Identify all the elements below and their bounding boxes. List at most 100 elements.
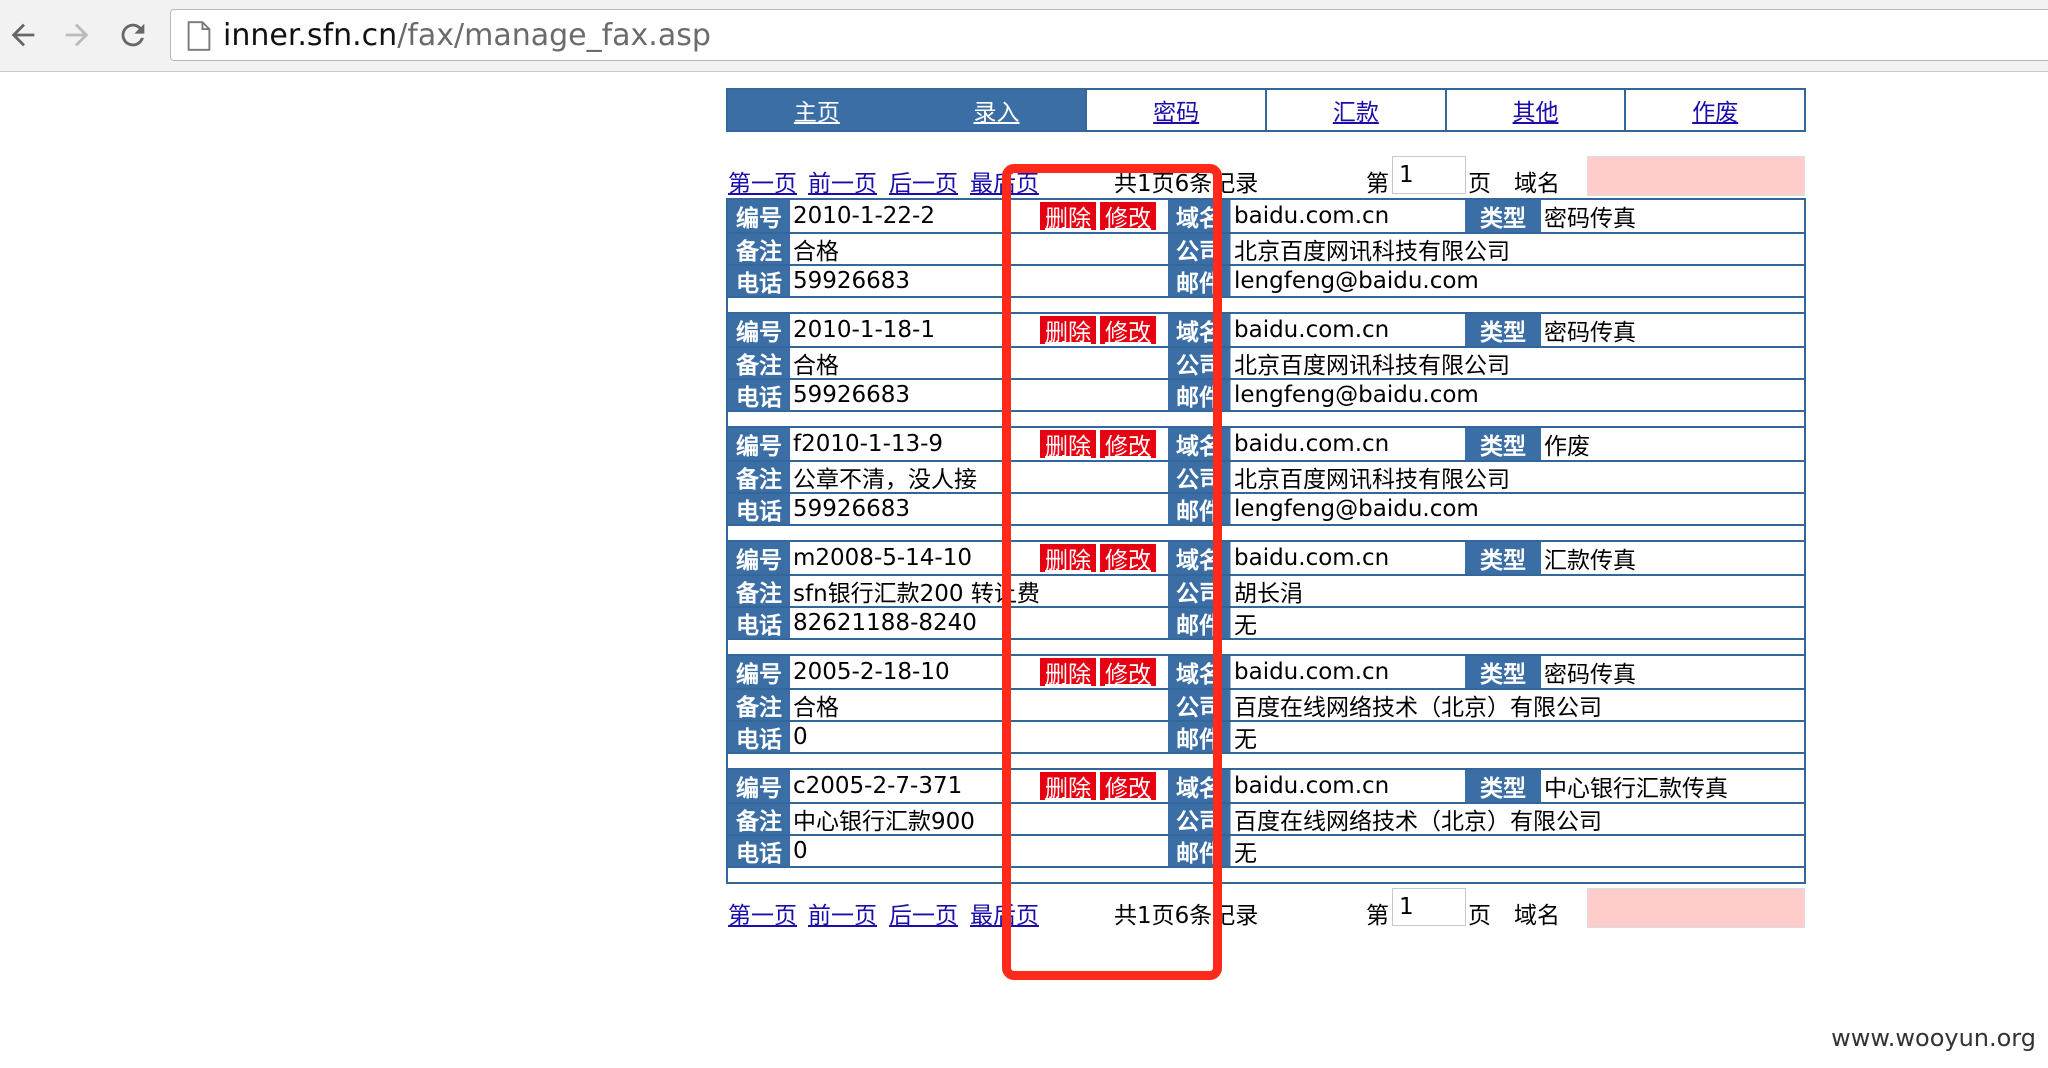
record-actions-empty	[1026, 722, 1168, 752]
nav-other[interactable]: 其他	[1444, 90, 1625, 130]
nav-input[interactable]: 录入	[905, 90, 1086, 130]
delete-button[interactable]: 删除	[1040, 430, 1096, 460]
last-page-link[interactable]: 最后页	[970, 164, 1039, 198]
id-value: 2010-1-18-1	[793, 317, 935, 343]
id-label: 编号	[728, 542, 790, 574]
record-actions-empty	[1026, 836, 1168, 866]
domain-label: 域名	[1168, 542, 1230, 574]
record-actions-empty	[1026, 804, 1168, 834]
watermark-text: www.wooyun.org	[1831, 1024, 2036, 1052]
phone-label: 电话	[728, 494, 790, 525]
url-host: inner.sfn.cn	[223, 18, 398, 53]
record-row-note: 备注 中心银行汇款900 公司 百度在线网络技术（北京）有限公司	[728, 802, 1804, 835]
edit-button[interactable]: 修改	[1100, 316, 1156, 346]
record-row-phone: 电话 0 邮件无	[728, 720, 1804, 753]
page-icon	[187, 21, 211, 51]
edit-button[interactable]: 修改	[1100, 544, 1156, 574]
edit-button[interactable]: 修改	[1100, 658, 1156, 688]
email-label: 邮件	[1168, 608, 1230, 639]
record-actions: 删除 修改	[1026, 200, 1168, 232]
company-label: 公司	[1168, 576, 1230, 607]
note-value: 合格	[793, 695, 839, 721]
email-value: 无	[1230, 722, 1804, 753]
domain-search-input[interactable]	[1587, 888, 1805, 928]
nav-remittance[interactable]: 汇款	[1265, 90, 1445, 130]
record-row-id: 编号 2010-1-22-2 删除 修改 域名 baidu.com.cn 类型 密码传真	[728, 200, 1804, 232]
record-separator	[728, 296, 1804, 312]
note-label: 备注	[728, 576, 790, 607]
forward-button[interactable]	[56, 14, 98, 56]
page-number-input[interactable]	[1392, 888, 1466, 926]
fax-records-table: 编号 2010-1-22-2 删除 修改 域名 baidu.com.cn 类型 密码传真 备注合…	[726, 198, 1806, 884]
record-separator	[728, 752, 1804, 768]
domain-value: baidu.com.cn	[1230, 542, 1465, 574]
record-row-id: 编号 2010-1-18-1 删除 修改 域名 baidu.com.cn 类型 密码传真	[728, 314, 1804, 346]
type-label: 类型	[1465, 656, 1541, 688]
next-page-link[interactable]: 后一页	[889, 164, 958, 198]
record-actions-empty	[1026, 690, 1168, 720]
next-page-link[interactable]: 后一页	[889, 896, 958, 930]
company-label: 公司	[1168, 234, 1230, 265]
company-label: 公司	[1168, 804, 1230, 835]
email-value: lengfeng@baidu.com	[1230, 266, 1804, 296]
record-row-phone: 电话 59926683 邮件 lengfeng@baidu.com	[728, 264, 1804, 297]
url-path: /fax/manage_fax.asp	[397, 18, 711, 53]
note-value: 合格	[793, 239, 839, 265]
delete-button[interactable]: 删除	[1040, 316, 1096, 346]
prev-page-link[interactable]: 前一页	[808, 164, 877, 198]
delete-button[interactable]: 删除	[1040, 658, 1096, 688]
nav-home[interactable]: 主页	[728, 90, 906, 130]
id-label: 编号	[728, 770, 790, 802]
main-nav: 主页 录入 密码 汇款 其他 作废	[726, 88, 1806, 132]
type-label: 类型	[1465, 542, 1541, 574]
prev-page-link[interactable]: 前一页	[808, 896, 877, 930]
domain-label: 域名	[1168, 656, 1230, 688]
record-actions: 删除 修改	[1026, 656, 1168, 688]
type-label: 类型	[1465, 314, 1541, 346]
phone-value: 59926683	[793, 268, 911, 294]
type-label: 类型	[1465, 428, 1541, 460]
pager-top: 第一页 前一页 后一页 最后页 共1页6条记录 第 页 域名	[726, 156, 1806, 198]
email-label: 邮件	[1168, 836, 1230, 867]
first-page-link[interactable]: 第一页	[728, 896, 797, 930]
domain-value: baidu.com.cn	[1230, 200, 1465, 232]
delete-button[interactable]: 删除	[1040, 202, 1096, 232]
domain-search-input[interactable]	[1587, 156, 1805, 196]
reload-button[interactable]	[112, 14, 154, 56]
record-separator	[728, 638, 1804, 654]
pager-bottom: 第一页 前一页 后一页 最后页 共1页6条记录 第 页 域名	[726, 888, 1806, 930]
page-label-post: 页	[1468, 171, 1491, 197]
type-value: 中心银行汇款传真	[1544, 776, 1728, 802]
company-value: 百度在线网络技术（北京）有限公司	[1230, 804, 1804, 835]
company-label: 公司	[1168, 348, 1230, 379]
fax-record: 编号 f2010-1-13-9 删除 修改 域名 baidu.com.cn 类型 作废 备注 公章…	[728, 428, 1804, 542]
phone-label: 电话	[728, 722, 790, 753]
back-button[interactable]	[2, 14, 44, 56]
phone-value: 0	[793, 838, 808, 864]
record-row-id: 编号 f2010-1-13-9 删除 修改 域名 baidu.com.cn 类型 作废	[728, 428, 1804, 460]
nav-password[interactable]: 密码	[1085, 90, 1266, 130]
address-bar[interactable]: inner.sfn.cn/fax/manage_fax.asp	[170, 9, 2048, 61]
delete-button[interactable]: 删除	[1040, 772, 1096, 802]
edit-button[interactable]: 修改	[1100, 772, 1156, 802]
record-separator	[728, 524, 1804, 540]
type-value: 密码传真	[1544, 320, 1636, 346]
nav-void[interactable]: 作废	[1624, 90, 1805, 130]
reload-icon	[121, 23, 145, 47]
page-number-input[interactable]	[1392, 156, 1466, 194]
delete-button[interactable]: 删除	[1040, 544, 1096, 574]
edit-button[interactable]: 修改	[1100, 202, 1156, 232]
email-value: 无	[1230, 608, 1804, 639]
page-label-pre: 第	[1366, 903, 1389, 929]
first-page-link[interactable]: 第一页	[728, 164, 797, 198]
domain-label: 域名	[1168, 770, 1230, 802]
id-value: f2010-1-13-9	[793, 431, 944, 457]
arrow-right-icon	[65, 23, 89, 47]
last-page-link[interactable]: 最后页	[970, 896, 1039, 930]
edit-button[interactable]: 修改	[1100, 430, 1156, 460]
url-text: inner.sfn.cn/fax/manage_fax.asp	[223, 19, 711, 53]
record-row-note: 备注 合格 公司 北京百度网讯科技有限公司	[728, 346, 1804, 379]
domain-value: baidu.com.cn	[1230, 428, 1465, 460]
id-value: m2008-5-14-10	[793, 545, 973, 571]
record-row-phone: 电话 59926683 邮件 lengfeng@baidu.com	[728, 492, 1804, 525]
